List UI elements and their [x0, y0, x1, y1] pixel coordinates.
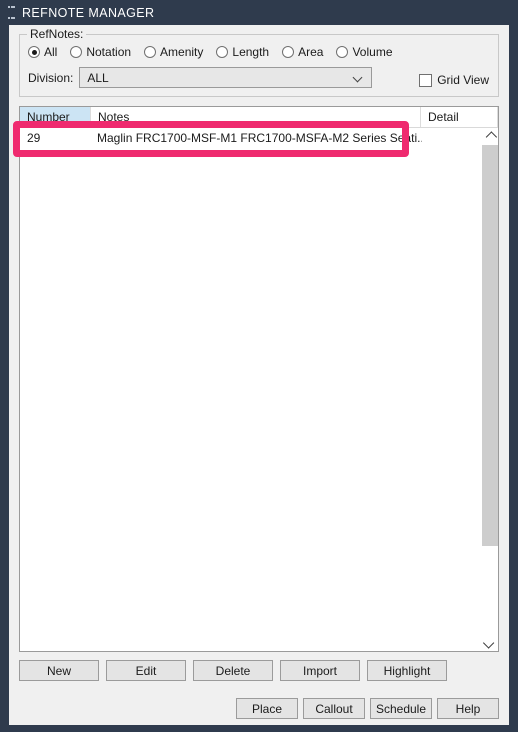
scrollbar-thumb[interactable]: [482, 145, 498, 546]
scroll-down-button[interactable]: [481, 634, 498, 651]
cell-notes: Maglin FRC1700-MSF-M1 FRC1700-MSFA-M2 Se…: [97, 130, 423, 145]
delete-button[interactable]: Delete: [193, 660, 273, 681]
radio-length[interactable]: Length: [216, 45, 269, 59]
radio-dot-icon: [28, 46, 40, 58]
table-row[interactable]: 29 Maglin FRC1700-MSF-M1 FRC1700-MSFA-M2…: [20, 128, 498, 147]
grip-dots-icon[interactable]: [8, 6, 15, 19]
place-button[interactable]: Place: [236, 698, 298, 719]
import-button[interactable]: Import: [280, 660, 360, 681]
chevron-up-icon: [485, 130, 497, 143]
column-header-notes[interactable]: Notes: [91, 107, 421, 127]
scrollbar-track[interactable]: [481, 145, 498, 634]
radio-volume[interactable]: Volume: [336, 45, 393, 59]
grid-view-label: Grid View: [437, 73, 489, 87]
radio-notation[interactable]: Notation: [70, 45, 131, 59]
radio-area[interactable]: Area: [282, 45, 323, 59]
dialog-body: RefNotes: All Notation Amenity Length Ar…: [9, 25, 509, 725]
refnotes-group-label: RefNotes:: [27, 27, 87, 41]
column-header-number[interactable]: Number: [20, 107, 91, 127]
refnotes-table: Number Notes Detail 29 Maglin FRC1700-MS…: [19, 106, 499, 652]
edit-button[interactable]: Edit: [106, 660, 186, 681]
title-bar[interactable]: REFNOTE MANAGER: [0, 0, 518, 25]
help-button[interactable]: Help: [437, 698, 499, 719]
table-body: 29 Maglin FRC1700-MSF-M1 FRC1700-MSFA-M2…: [20, 128, 498, 651]
radio-dot-icon: [216, 46, 229, 58]
schedule-button[interactable]: Schedule: [370, 698, 432, 719]
radio-dot-icon: [144, 46, 157, 58]
radio-length-label: Length: [232, 45, 270, 59]
checkbox-box-icon: [419, 73, 433, 87]
radio-volume-label: Volume: [352, 45, 393, 59]
refnote-manager-window: REFNOTE MANAGER RefNotes: All Notation A…: [0, 0, 518, 732]
radio-notation-label: Notation: [86, 45, 132, 59]
radio-all-label: All: [44, 45, 58, 59]
division-label: Division:: [28, 70, 74, 85]
callout-button[interactable]: Callout: [303, 698, 365, 719]
radio-dot-icon: [282, 46, 295, 58]
chevron-down-icon: [354, 74, 363, 80]
page-title: REFNOTE MANAGER: [22, 5, 155, 20]
division-select[interactable]: ALL: [79, 67, 373, 88]
highlight-button[interactable]: Highlight: [367, 660, 447, 681]
table-header-row: Number Notes Detail: [20, 107, 498, 128]
radio-amenity[interactable]: Amenity: [144, 45, 203, 59]
grid-view-checkbox[interactable]: Grid View: [419, 73, 489, 87]
main-button-row: New Edit Delete Import Highlight: [19, 660, 499, 681]
refnote-type-radio-group: All Notation Amenity Length Area Volume: [28, 45, 490, 59]
chevron-down-icon: [482, 636, 494, 649]
scroll-up-button[interactable]: [481, 128, 498, 145]
radio-amenity-label: Amenity: [160, 45, 204, 59]
radio-area-label: Area: [298, 45, 324, 59]
cell-number: 29: [27, 130, 41, 145]
new-button[interactable]: New: [19, 660, 99, 681]
column-header-detail[interactable]: Detail: [421, 107, 498, 127]
footer-button-row: Place Callout Schedule Help: [19, 698, 499, 719]
radio-all[interactable]: All: [28, 45, 57, 59]
division-select-value: ALL: [87, 70, 109, 85]
radio-dot-icon: [70, 46, 83, 58]
refnotes-group: RefNotes: All Notation Amenity Length Ar…: [19, 27, 499, 97]
vertical-scrollbar[interactable]: [480, 128, 498, 651]
radio-dot-icon: [336, 46, 349, 58]
